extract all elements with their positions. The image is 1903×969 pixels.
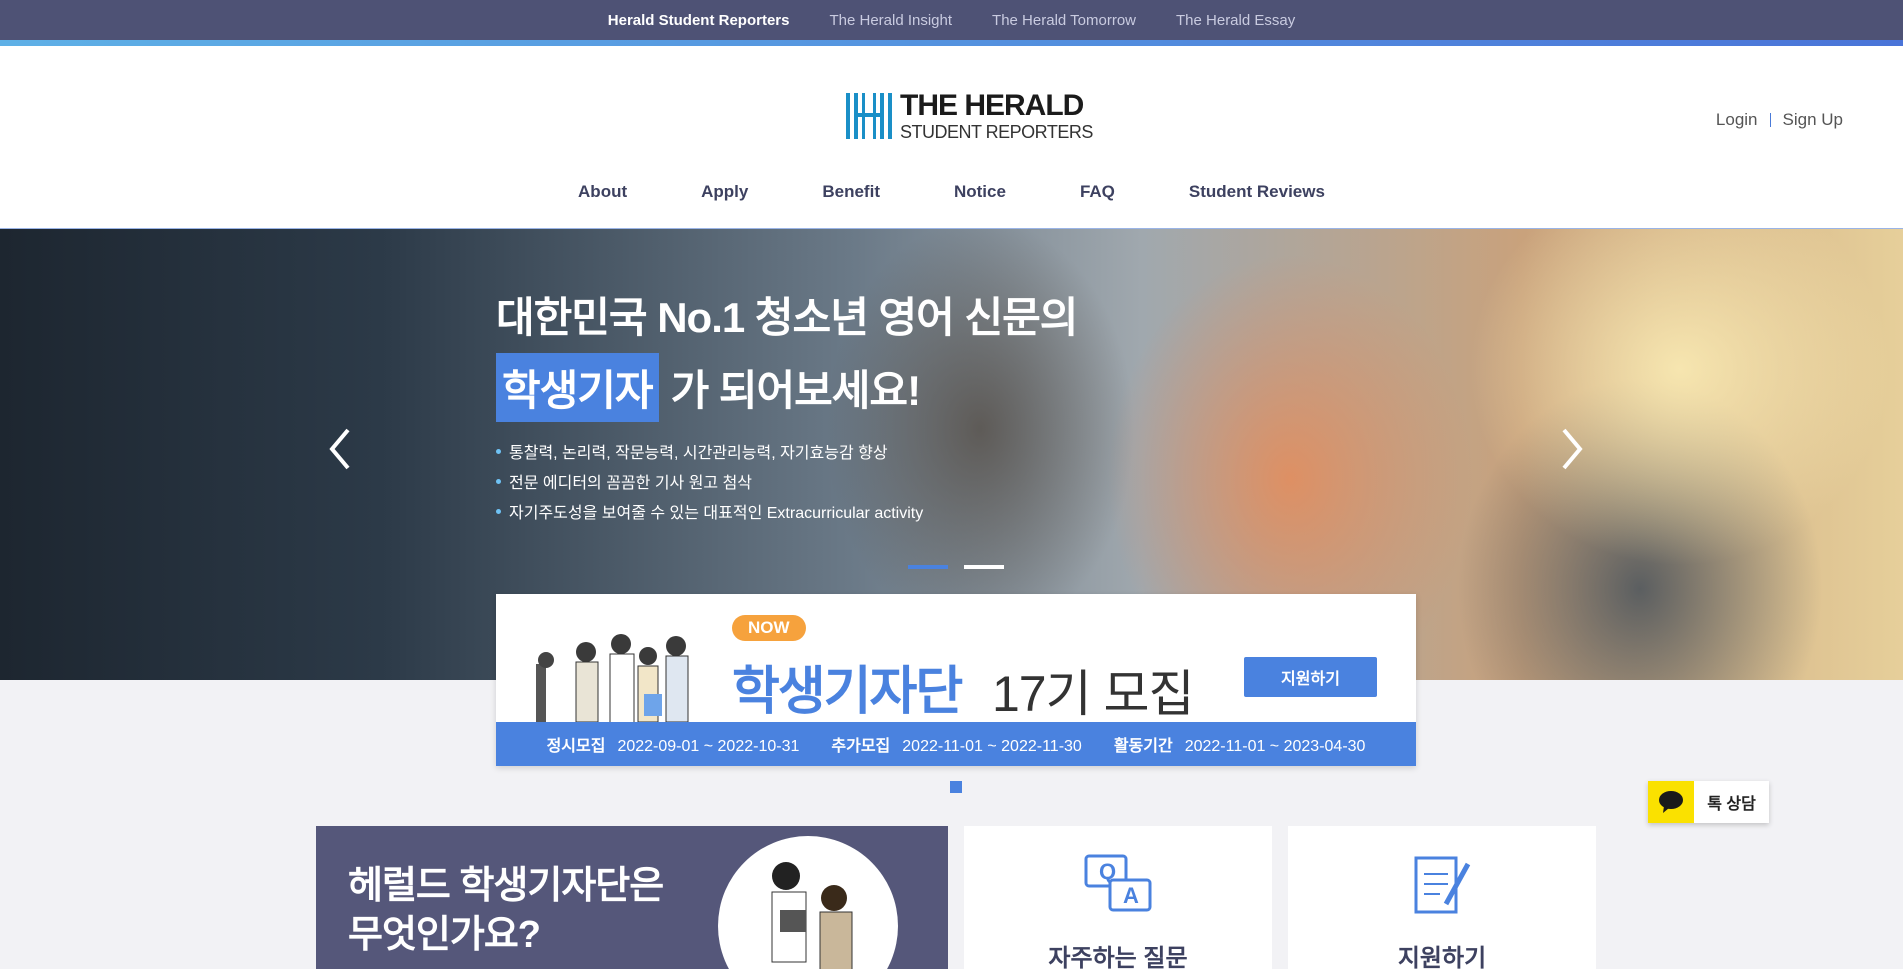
hero-bullet: 자기주도성을 보여줄 수 있는 대표적인 Extracurricular act… (496, 499, 923, 523)
login-link[interactable]: Login (1716, 110, 1758, 130)
hero-title: 대한민국 No.1 청소년 영어 신문의 (496, 294, 1078, 341)
hero-title-line2: 학생기자 가 되어보세요! (496, 353, 921, 422)
auth-divider (1769, 113, 1771, 127)
talk-consult-button[interactable]: 톡 상담 (1648, 781, 1769, 823)
slider-dot-1[interactable] (908, 565, 948, 569)
logo-subtitle: STUDENT REPORTERS (900, 122, 1093, 142)
faq-card[interactable]: Q A 자주하는 질문 (964, 826, 1272, 969)
reporters-illustration (536, 634, 689, 734)
hero-bullet: 전문 에디터의 꼼꼼한 기사 원고 첨삭 (496, 469, 923, 493)
apply-card[interactable]: 지원하기 (1288, 826, 1596, 969)
svg-text:A: A (1123, 883, 1139, 908)
recruitment-banner: NOW 학생기자단 17기 모집 지원하기 정시모집 2022-09-01 ~ 2… (496, 594, 1416, 766)
site-switcher-bar: Herald Student Reporters The Herald Insi… (0, 0, 1903, 40)
nav-faq[interactable]: FAQ (1043, 182, 1152, 202)
recruit-title: 학생기자단 (732, 663, 963, 721)
auth-links: Login Sign Up (1716, 110, 1843, 130)
apply-card-label: 지원하기 (1397, 945, 1487, 969)
slider-prev-arrow-icon[interactable] (326, 424, 356, 474)
slider-next-arrow-icon[interactable] (1556, 424, 1586, 474)
period-additional: 추가모집 2022-11-01 ~ 2022-11-30 (831, 738, 1082, 755)
reporters-illustration-circle (718, 836, 898, 969)
logo-h-icon (846, 93, 892, 139)
topbar-link-insight[interactable]: The Herald Insight (829, 12, 952, 29)
document-pen-icon (1414, 856, 1471, 914)
nav-about[interactable]: About (541, 182, 664, 202)
slider-pagination (908, 565, 1004, 569)
banner-pagination-dot[interactable] (950, 781, 962, 793)
qa-icon: Q A (1084, 854, 1152, 912)
nav-apply[interactable]: Apply (664, 182, 785, 202)
faq-card-label: 자주하는 질문 (1048, 945, 1188, 969)
signup-link[interactable]: Sign Up (1783, 110, 1843, 130)
topbar-link-essay[interactable]: The Herald Essay (1176, 12, 1295, 29)
slider-dot-2[interactable] (964, 565, 1004, 569)
nav-benefit[interactable]: Benefit (785, 182, 917, 202)
apply-button[interactable]: 지원하기 (1244, 657, 1377, 697)
nav-student-reviews[interactable]: Student Reviews (1152, 182, 1362, 202)
bullet-dot-icon (496, 448, 501, 454)
logo-title: THE HERALD (900, 89, 1084, 122)
about-card-title: 헤럴드 학생기자단은 무엇인가요? (348, 865, 664, 957)
main-nav: About Apply Benefit Notice FAQ Student R… (0, 182, 1903, 202)
hero-bullet: 통찰력, 논리력, 작문능력, 시간관리능력, 자기효능감 향상 (496, 439, 923, 463)
period-activity: 활동기간 2022-11-01 ~ 2023-04-30 (1113, 738, 1366, 755)
hero-title-rest: 가 되어보세요! (670, 367, 921, 414)
recruit-period-bar: 정시모집 2022-09-01 ~ 2022-10-31 추가모집 2022-11-… (496, 722, 1416, 766)
hero-bullet-list: 통찰력, 논리력, 작문능력, 시간관리능력, 자기효능감 향상 전문 에디터의… (496, 439, 923, 529)
site-logo[interactable]: THE HERALD STUDENT REPORTERS (846, 91, 1093, 141)
topbar-link-tomorrow[interactable]: The Herald Tomorrow (992, 12, 1136, 29)
talk-consult-label: 톡 상담 (1707, 796, 1756, 813)
nav-notice[interactable]: Notice (917, 182, 1043, 202)
topbar-link-student-reporters[interactable]: Herald Student Reporters (608, 12, 790, 29)
about-card[interactable]: 헤럴드 학생기자단은 무엇인가요? (316, 826, 948, 969)
speech-bubble-icon (1648, 781, 1694, 823)
hero-title-highlight: 학생기자 (496, 353, 659, 422)
recruit-subtitle: 17기 모집 (992, 666, 1195, 722)
period-regular: 정시모집 2022-09-01 ~ 2022-10-31 (546, 738, 800, 755)
bullet-dot-icon (496, 478, 501, 484)
bullet-dot-icon (496, 508, 501, 514)
site-header: THE HERALD STUDENT REPORTERS Login Sign … (0, 46, 1903, 229)
now-badge: NOW (732, 615, 806, 641)
